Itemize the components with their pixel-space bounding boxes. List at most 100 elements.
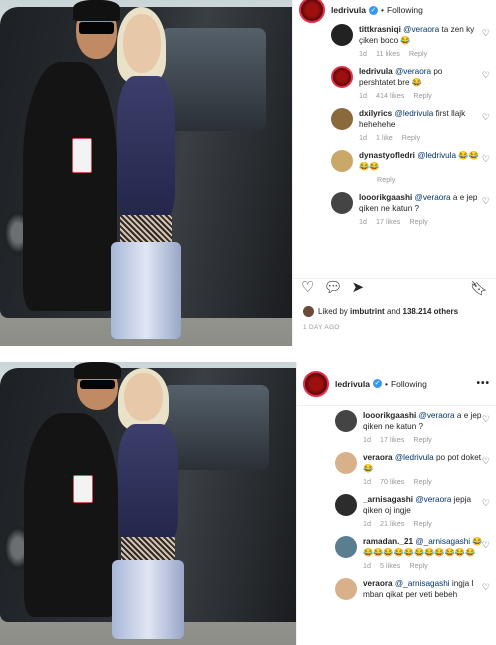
commenter-username[interactable]: dynastyofledri bbox=[359, 151, 415, 160]
photo-badge bbox=[71, 138, 92, 173]
commenter-username[interactable]: ledrivula bbox=[359, 67, 393, 76]
comment-text: dxilyrics @ledrivula first llajk heheheh… bbox=[359, 108, 481, 130]
comment-mention[interactable]: @ledrivula bbox=[417, 151, 456, 160]
author-username[interactable]: ledrivula bbox=[331, 5, 366, 15]
comment-likes[interactable]: 5 likes bbox=[380, 561, 400, 570]
photo-man bbox=[23, 62, 117, 312]
comment-time: 1d bbox=[363, 519, 371, 528]
commenter-avatar[interactable] bbox=[335, 410, 357, 432]
separator-dot: • bbox=[384, 378, 388, 389]
comment-mention[interactable]: @_arnisagashi bbox=[395, 579, 450, 588]
commenter-avatar[interactable] bbox=[331, 108, 353, 130]
comment-heart-icon[interactable]: ♡ bbox=[482, 498, 490, 509]
reply-button[interactable]: Reply bbox=[402, 133, 420, 142]
comment-likes[interactable]: 70 likes bbox=[380, 477, 404, 486]
commenter-username[interactable]: looorikgaashi bbox=[363, 411, 416, 420]
comment-mention[interactable]: @veraora bbox=[419, 411, 455, 420]
heart-icon[interactable]: ♡ bbox=[301, 279, 314, 297]
commenter-username[interactable]: dxilyrics bbox=[359, 109, 392, 118]
following-button[interactable]: Following bbox=[387, 5, 423, 15]
share-icon[interactable]: ➤ bbox=[352, 279, 365, 297]
comment-mention[interactable]: @_arnisagashi bbox=[415, 537, 470, 546]
commenter-username[interactable]: _arnisagashi bbox=[363, 495, 413, 504]
comment-body: dxilyrics @ledrivula first llajk heheheh… bbox=[359, 108, 481, 146]
comment-heart-icon[interactable]: ♡ bbox=[482, 582, 490, 593]
liked-by-user[interactable]: imbutrint bbox=[350, 307, 385, 316]
commenter-avatar[interactable] bbox=[335, 452, 357, 474]
comment-body: veraora @ledrivula po pot doket 😂 1d 70 li… bbox=[363, 452, 485, 490]
comment-meta: 1d 70 likes Reply bbox=[363, 477, 485, 486]
reply-button[interactable]: Reply bbox=[413, 91, 431, 100]
comment-body: dynastyofledri @ledrivula 😂😂😂😂 Reply bbox=[359, 150, 481, 188]
reply-button[interactable]: Reply bbox=[413, 519, 431, 528]
comment-text: looorikgaashi @veraora a e jep qiken ne … bbox=[359, 192, 481, 214]
photo-man bbox=[23, 412, 119, 617]
comment-meta: 1d 11 likes Reply bbox=[359, 49, 481, 58]
author-username[interactable]: ledrivula bbox=[335, 379, 370, 389]
post-panel-top: ledrivula ✓ • Following tittkrasniqi @ve… bbox=[0, 0, 496, 346]
comment-likes[interactable]: 414 likes bbox=[376, 91, 404, 100]
comment-heart-icon[interactable]: ♡ bbox=[482, 456, 490, 467]
commenter-username[interactable]: ramadan._21 bbox=[363, 537, 413, 546]
comment-mention[interactable]: @ledrivula bbox=[395, 453, 434, 462]
comment-body: _arnisagashi @veraora jepja qiken oj ing… bbox=[363, 494, 485, 532]
comment-row: dxilyrics @ledrivula first llajk heheheh… bbox=[293, 104, 496, 146]
comment-heart-icon[interactable]: ♡ bbox=[482, 28, 490, 39]
comment-mention[interactable]: @veraora bbox=[395, 67, 431, 76]
commenter-username[interactable]: veraora bbox=[363, 579, 393, 588]
comment-likes[interactable]: 1 like bbox=[376, 133, 393, 142]
commenter-avatar[interactable] bbox=[331, 66, 353, 88]
comment-mention[interactable]: @veraora bbox=[415, 193, 451, 202]
comment-text: _arnisagashi @veraora jepja qiken oj ing… bbox=[363, 494, 485, 516]
bookmark-icon[interactable]: 🔖︎ bbox=[470, 280, 488, 297]
liked-by-connector: and bbox=[386, 307, 401, 316]
commenter-username[interactable]: veraora bbox=[363, 453, 393, 462]
comment-list: tittkrasniqi @veraora ta zen ky çiken bo… bbox=[293, 20, 496, 230]
comment-likes[interactable]: 17 likes bbox=[380, 435, 404, 444]
reply-button[interactable]: Reply bbox=[409, 217, 427, 226]
photo-sunglasses bbox=[79, 380, 116, 390]
author-avatar[interactable] bbox=[303, 370, 329, 397]
commenter-avatar[interactable] bbox=[331, 24, 353, 46]
comment-icon[interactable]: 💬︎ bbox=[323, 279, 342, 297]
comment-likes[interactable]: 17 likes bbox=[376, 217, 400, 226]
comment-heart-icon[interactable]: ♡ bbox=[482, 112, 490, 123]
reply-button[interactable]: Reply bbox=[377, 175, 395, 184]
more-options-icon[interactable]: ••• bbox=[476, 378, 490, 389]
comment-mention[interactable]: @ledrivula bbox=[395, 109, 434, 118]
comment-likes[interactable]: 21 likes bbox=[380, 519, 404, 528]
comment-mention[interactable]: @veraora bbox=[415, 495, 451, 504]
comment-row: tittkrasniqi @veraora ta zen ky çiken bo… bbox=[293, 20, 496, 62]
reply-button[interactable]: Reply bbox=[409, 49, 427, 58]
comment-time: 1d bbox=[363, 477, 371, 486]
commenter-avatar[interactable] bbox=[335, 494, 357, 516]
comment-heart-icon[interactable]: ♡ bbox=[482, 154, 490, 165]
reply-button[interactable]: Reply bbox=[413, 435, 431, 444]
comment-mention[interactable]: @veraora bbox=[403, 25, 439, 34]
commenter-avatar[interactable] bbox=[335, 578, 357, 600]
comment-heart-icon[interactable]: ♡ bbox=[482, 414, 490, 425]
comment-body: veraora @_arnisagashi ingja I mban qikat… bbox=[363, 578, 485, 607]
comment-body: ledrivula @veraora po pershtatet bre 😂 1d… bbox=[359, 66, 481, 104]
liker-avatar bbox=[303, 306, 314, 317]
post-photo[interactable] bbox=[0, 362, 296, 645]
comment-likes[interactable]: 11 likes bbox=[376, 49, 400, 58]
comment-heart-icon[interactable]: ♡ bbox=[482, 70, 490, 81]
commenter-username[interactable]: tittkrasniqi bbox=[359, 25, 401, 34]
following-button[interactable]: Following bbox=[391, 379, 427, 389]
photo-man-cap bbox=[74, 362, 122, 379]
verified-badge-icon: ✓ bbox=[372, 379, 382, 388]
post-photo[interactable] bbox=[0, 0, 292, 346]
commenter-avatar[interactable] bbox=[331, 192, 353, 214]
comment-heart-icon[interactable]: ♡ bbox=[482, 540, 490, 551]
liked-by-count[interactable]: 138.214 others bbox=[403, 307, 459, 316]
commenter-avatar[interactable] bbox=[335, 536, 357, 558]
comment-body: ramadan._21 @_arnisagashi 😂😂😂😂😂😂😂😂😂😂😂😂 1d… bbox=[363, 536, 485, 574]
commenter-avatar[interactable] bbox=[331, 150, 353, 172]
liked-by: Liked by imbutrint and 138.214 others bbox=[303, 306, 458, 317]
reply-button[interactable]: Reply bbox=[409, 561, 427, 570]
comment-heart-icon[interactable]: ♡ bbox=[482, 196, 490, 207]
reply-button[interactable]: Reply bbox=[413, 477, 431, 486]
commenter-username[interactable]: looorikgaashi bbox=[359, 193, 412, 202]
comment-text: ramadan._21 @_arnisagashi 😂😂😂😂😂😂😂😂😂😂😂😂 bbox=[363, 536, 485, 558]
